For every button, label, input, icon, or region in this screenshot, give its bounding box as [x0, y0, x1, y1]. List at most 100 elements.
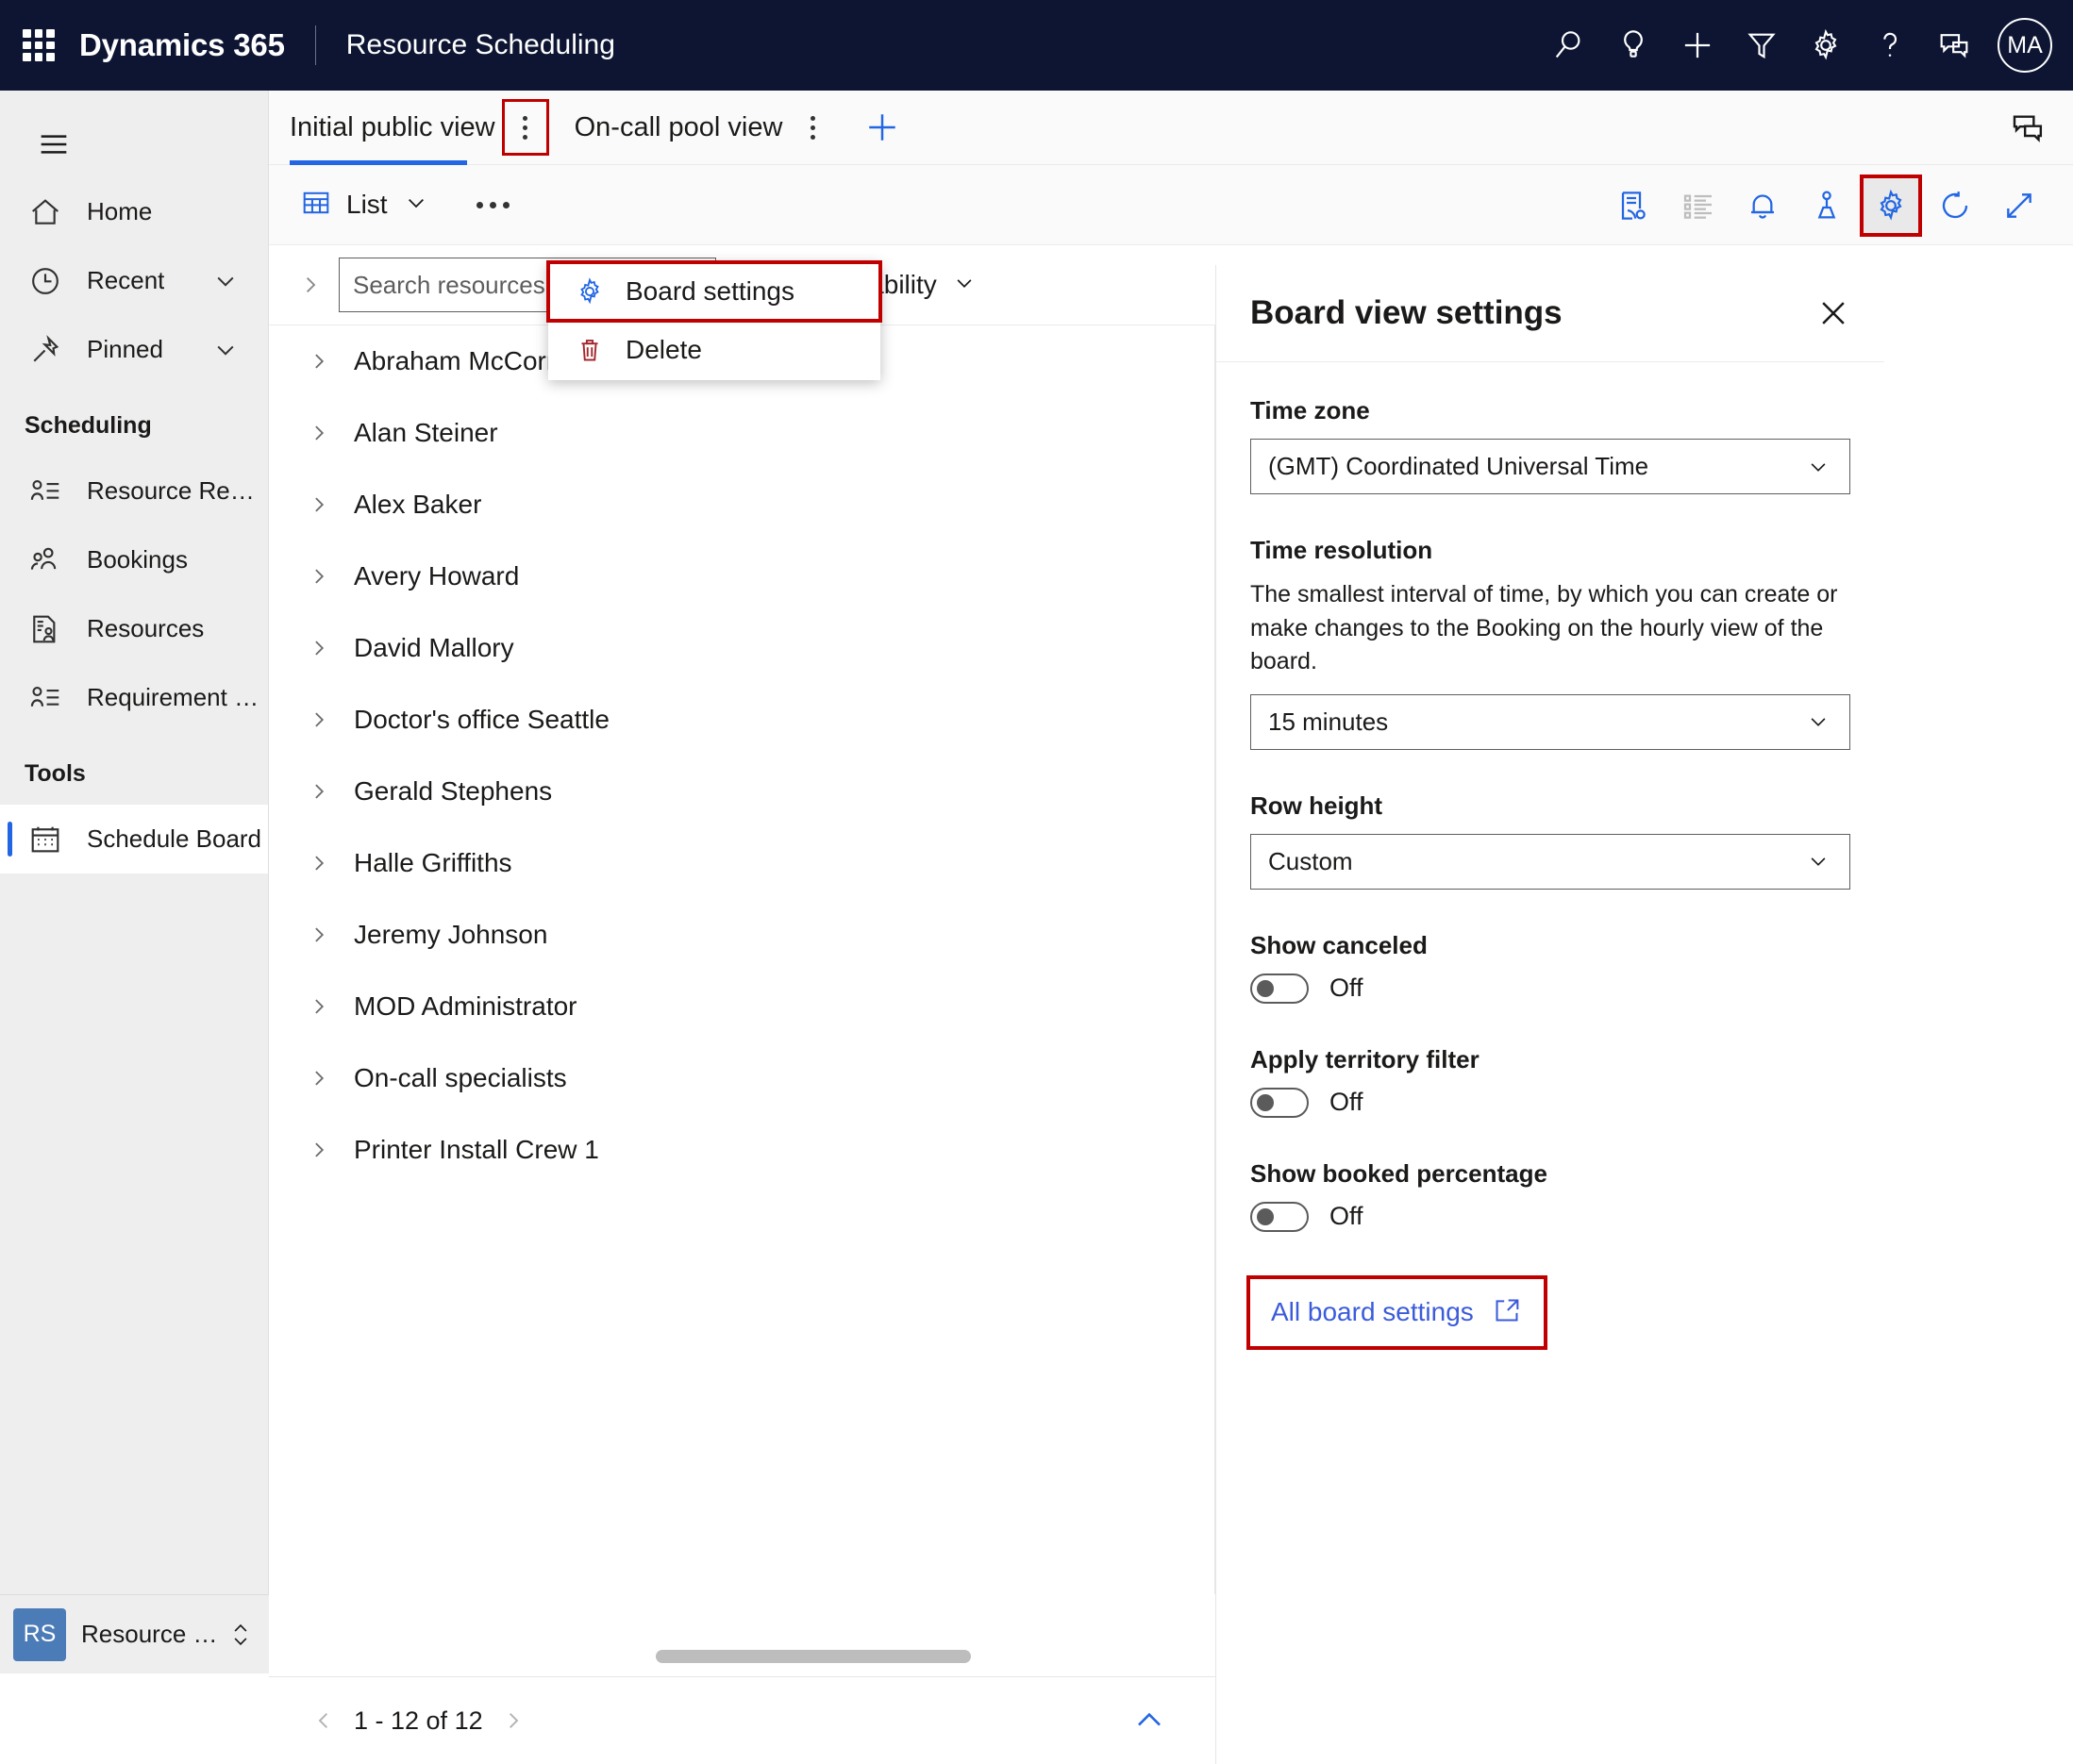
resource-name: MOD Administrator — [354, 991, 577, 1021]
avatar[interactable]: MA — [1998, 18, 2052, 73]
sidebar-item-bookings[interactable]: Bookings — [0, 525, 268, 594]
chat-bubbles-icon[interactable] — [2003, 104, 2052, 153]
chevron-down-icon[interactable] — [1804, 707, 1832, 736]
chevron-up-icon[interactable] — [1128, 1700, 1170, 1741]
chevron-down-icon[interactable] — [209, 265, 242, 297]
board-toolbar: List — [269, 165, 2073, 245]
apply-territory-filter-toggle[interactable] — [1250, 1087, 1309, 1118]
chevron-right-icon[interactable] — [290, 270, 331, 300]
table-row[interactable]: MOD Administrator — [269, 971, 1214, 1042]
close-icon[interactable] — [1814, 294, 1852, 332]
plus-icon[interactable] — [1665, 13, 1730, 77]
selected-value: (GMT) Coordinated Universal Time — [1268, 452, 1649, 480]
chevron-down-icon[interactable] — [1804, 847, 1832, 875]
chevron-right-icon[interactable] — [297, 491, 341, 519]
panel-header: Board view settings — [1216, 265, 1884, 362]
field-label: Show booked percentage — [1250, 1158, 1547, 1188]
chevron-down-icon[interactable] — [950, 269, 978, 302]
chevron-down-icon[interactable] — [209, 334, 242, 366]
tab-label[interactable]: Initial public view — [290, 112, 495, 143]
waffle-grid-icon[interactable] — [23, 29, 55, 61]
grid-table-icon — [299, 186, 333, 225]
gear-icon[interactable] — [1794, 13, 1858, 77]
toolbar-overflow-button[interactable] — [469, 191, 517, 220]
tab-label[interactable]: On-call pool view — [575, 112, 783, 143]
table-row[interactable]: Alan Steiner — [269, 397, 1214, 469]
refresh-icon[interactable] — [1926, 176, 1984, 235]
resource-name: Alan Steiner — [354, 418, 498, 447]
filter-icon[interactable] — [1730, 13, 1794, 77]
menu-item-board-settings[interactable]: Board settings — [546, 260, 882, 323]
tab-kebab-menu-on-call-pool-view[interactable] — [794, 104, 831, 151]
person-list-icon — [25, 677, 66, 719]
app-switcher[interactable]: RS Resource Schedul... — [0, 1594, 269, 1673]
time-resolution-select[interactable]: 15 minutes — [1250, 693, 1850, 750]
question-icon[interactable] — [1858, 13, 1922, 77]
all-board-settings-link[interactable]: All board settings — [1246, 1274, 1547, 1350]
chevron-right-icon[interactable] — [297, 1064, 341, 1092]
chevron-down-icon[interactable] — [401, 188, 431, 223]
tab-kebab-menu-initial-public-view[interactable] — [501, 99, 549, 156]
hamburger-menu-icon[interactable] — [21, 111, 87, 177]
table-row[interactable]: Gerald Stephens — [269, 756, 1214, 827]
requirements-panel-icon[interactable] — [1605, 176, 1663, 235]
app-badge: RS — [13, 1607, 66, 1661]
next-page-button[interactable] — [487, 1706, 540, 1736]
sidebar-item-home[interactable]: Home — [0, 177, 268, 246]
show-canceled-toggle[interactable] — [1250, 973, 1309, 1004]
sidebar-item-label: Resource Requireme... — [87, 476, 268, 505]
chevron-right-icon[interactable] — [297, 419, 341, 447]
sidebar-item-pinned[interactable]: Pinned — [0, 315, 268, 384]
chevron-right-icon[interactable] — [297, 634, 341, 662]
table-row[interactable]: Avery Howard — [269, 541, 1214, 612]
tab-on-call-pool-view[interactable]: On-call pool view — [575, 91, 783, 165]
chevron-right-icon[interactable] — [297, 992, 341, 1021]
menu-item-delete[interactable]: Delete — [548, 321, 880, 379]
search-icon[interactable] — [1537, 13, 1601, 77]
chevron-right-icon[interactable] — [297, 921, 341, 949]
gear-icon[interactable] — [1860, 174, 1922, 237]
resource-name: Alex Baker — [354, 490, 482, 519]
sidebar-item-resources[interactable]: Resources — [0, 594, 268, 663]
clock-icon — [25, 260, 66, 302]
expand-diagonal-icon[interactable] — [1990, 176, 2048, 235]
tab-initial-public-view[interactable]: Initial public view — [290, 91, 495, 165]
horizontal-scrollbar[interactable] — [656, 1650, 971, 1663]
table-row[interactable]: Alex Baker — [269, 469, 1214, 541]
field-show-canceled: Show canceled Off — [1250, 931, 1850, 1004]
table-row[interactable]: Halle Griffiths — [269, 827, 1214, 899]
chevron-down-icon[interactable] — [1804, 453, 1832, 481]
row-height-select[interactable]: Custom — [1250, 833, 1850, 890]
feedback-chat-icon[interactable] — [1922, 13, 1986, 77]
table-row[interactable]: Jeremy Johnson — [269, 899, 1214, 971]
map-pin-person-icon[interactable] — [1797, 176, 1856, 235]
chevron-right-icon[interactable] — [297, 706, 341, 734]
table-row[interactable]: David Mallory — [269, 612, 1214, 684]
bulleted-list-icon[interactable] — [1669, 176, 1728, 235]
sidebar-item-requirement-groups[interactable]: Requirement Groups — [0, 663, 268, 732]
lightbulb-icon[interactable] — [1601, 13, 1665, 77]
chevron-right-icon[interactable] — [297, 777, 341, 806]
chevron-right-icon[interactable] — [297, 347, 341, 375]
open-in-new-icon — [1491, 1294, 1523, 1331]
app-name-label[interactable]: Resource Scheduling — [346, 29, 615, 61]
table-row[interactable]: Doctor's office Seattle — [269, 684, 1214, 756]
person-list-icon — [25, 471, 66, 512]
sidebar-item-schedule-board[interactable]: Schedule Board — [0, 805, 268, 874]
add-tab-button[interactable] — [856, 101, 909, 154]
prev-page-button[interactable] — [297, 1706, 350, 1736]
bell-icon[interactable] — [1733, 176, 1792, 235]
table-row[interactable]: On-call specialists — [269, 1042, 1214, 1114]
view-mode-selector[interactable]: List — [290, 178, 441, 232]
sidebar-item-recent[interactable]: Recent — [0, 246, 268, 315]
chevron-right-icon[interactable] — [297, 562, 341, 591]
show-booked-percentage-toggle[interactable] — [1250, 1201, 1309, 1232]
brand-title[interactable]: Dynamics 365 — [79, 27, 285, 63]
time-zone-select[interactable]: (GMT) Coordinated Universal Time — [1250, 439, 1850, 494]
sidebar-item-resource-requirements[interactable]: Resource Requireme... — [0, 457, 268, 525]
menu-item-label: Board settings — [626, 276, 794, 306]
chevron-right-icon[interactable] — [297, 849, 341, 877]
chevron-updown-icon[interactable] — [228, 1619, 253, 1651]
table-row[interactable]: Printer Install Crew 1 — [269, 1114, 1214, 1186]
chevron-right-icon[interactable] — [297, 1136, 341, 1164]
